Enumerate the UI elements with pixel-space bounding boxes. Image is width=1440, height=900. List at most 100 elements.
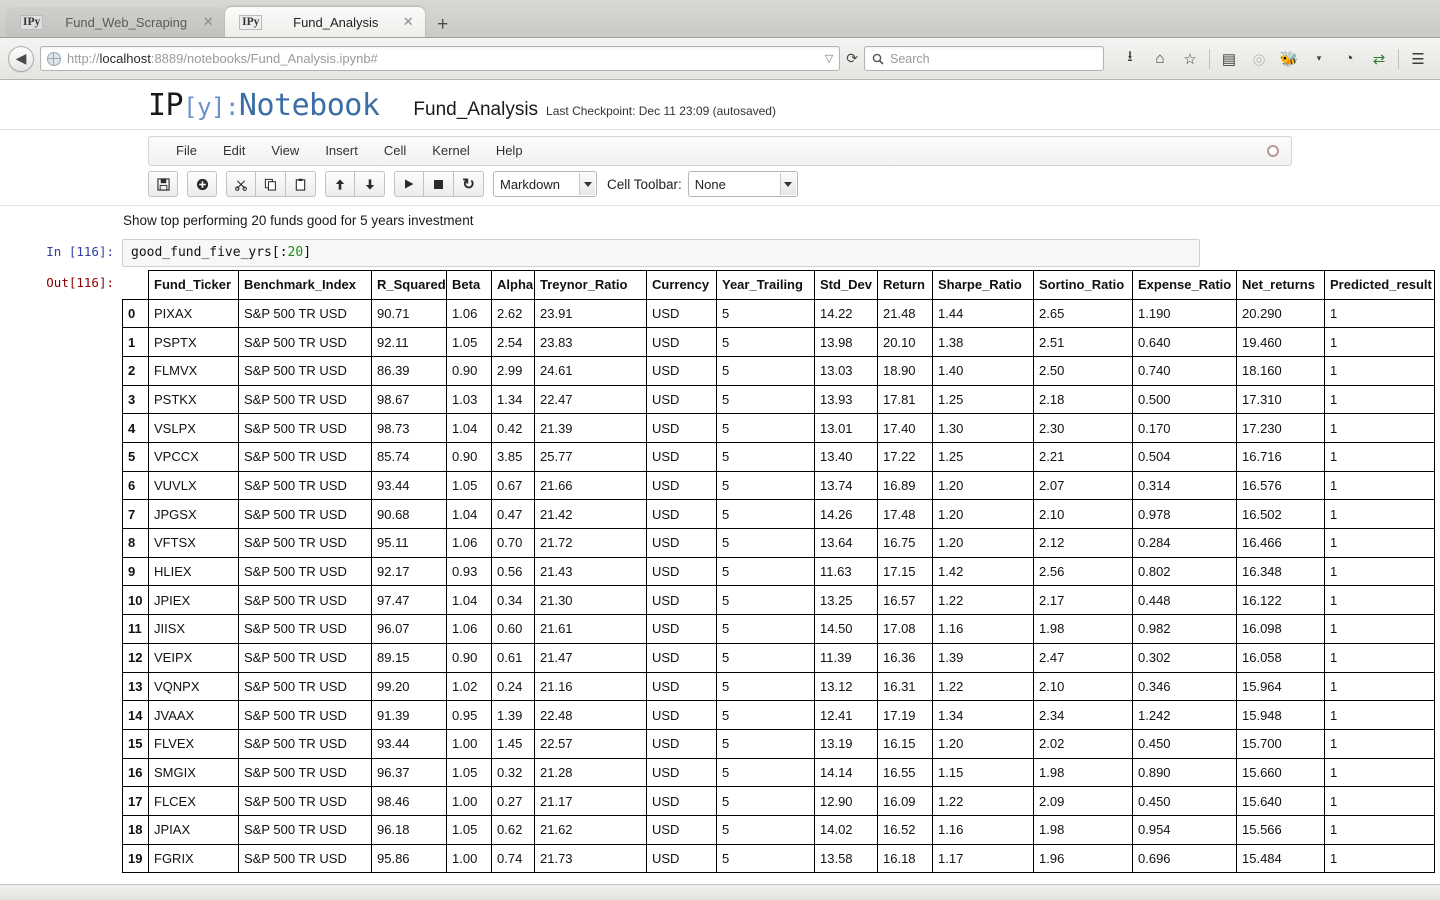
table-cell: 2.51 xyxy=(1033,327,1133,357)
search-box[interactable]: Search xyxy=(864,46,1104,71)
table-row: 14 JVAAX S&P 500 TR USD 91.39 0.95 1.39 22.48 U… xyxy=(122,700,1435,730)
cut-cell-button[interactable] xyxy=(226,171,256,197)
code-input[interactable]: good_fund_five_yrs[:20] xyxy=(122,238,1200,267)
table-cell: 2.30 xyxy=(1033,413,1133,444)
table-cell: 0.42 xyxy=(491,413,535,444)
menu-help[interactable]: Help xyxy=(483,137,536,165)
row-index: 3 xyxy=(122,384,149,415)
output-cell: Out[116]: Fund_Ticker Benchmark_Index R_… xyxy=(0,269,1440,874)
column-header-expense-ratio: Expense_Ratio xyxy=(1132,269,1237,300)
code-text: good_fund_five_yrs[: xyxy=(131,244,288,260)
downloads-icon[interactable]: ⭳ xyxy=(1116,45,1144,73)
table-cell: 0.27 xyxy=(491,786,535,816)
paste-cell-button[interactable] xyxy=(286,171,316,197)
table-cell: 21.42 xyxy=(534,499,647,530)
table-cell: 92.17 xyxy=(371,556,447,587)
move-cell-up-button[interactable] xyxy=(325,171,355,197)
table-cell: 1.39 xyxy=(491,700,535,730)
insert-cell-below-button[interactable] xyxy=(187,171,217,197)
table-cell: 21.62 xyxy=(534,814,647,845)
table-cell: 89.15 xyxy=(371,642,447,673)
menu-view[interactable]: View xyxy=(258,137,312,165)
url-dropdown-icon[interactable]: ▽ xyxy=(825,52,833,65)
close-icon[interactable]: ✕ xyxy=(201,14,215,30)
table-cell: FLVEX xyxy=(148,728,239,759)
table-cell: USD xyxy=(646,585,717,616)
table-cell: 13.93 xyxy=(814,384,878,415)
history-icon[interactable]: ◔ xyxy=(1335,45,1363,73)
table-cell: 14.02 xyxy=(814,814,878,845)
table-cell: 1 xyxy=(1324,843,1435,874)
row-index: 15 xyxy=(122,728,149,759)
save-button[interactable] xyxy=(148,171,178,197)
table-cell: 5 xyxy=(716,728,815,759)
table-cell: 13.98 xyxy=(814,327,878,357)
table-cell: 16.466 xyxy=(1236,528,1325,558)
run-group: ↻ xyxy=(394,171,484,197)
bookmark-star-icon[interactable]: ☆ xyxy=(1176,45,1204,73)
table-cell: 0.90 xyxy=(446,642,492,673)
restart-kernel-button[interactable]: ↻ xyxy=(454,171,484,197)
menu-hamburger-icon[interactable]: ☰ xyxy=(1404,45,1432,73)
column-header-treynor-ratio: Treynor_Ratio xyxy=(534,269,647,300)
menu-insert[interactable]: Insert xyxy=(312,137,371,165)
table-cell: 14.14 xyxy=(814,757,878,788)
table-cell: 2.99 xyxy=(491,355,535,386)
table-cell: 16.09 xyxy=(877,786,933,816)
table-cell: 17.19 xyxy=(877,700,933,730)
address-bar[interactable]: http://localhost:8889/notebooks/Fund_Ana… xyxy=(40,46,841,71)
ipython-notebook-logo[interactable]: IP[y]:Notebook xyxy=(148,88,380,123)
table-cell: 2.02 xyxy=(1033,728,1133,759)
menu-edit[interactable]: Edit xyxy=(210,137,258,165)
pocket-icon[interactable]: ◎ xyxy=(1245,45,1273,73)
table-cell: 1 xyxy=(1324,327,1435,357)
table-cell: 14.26 xyxy=(814,499,878,530)
table-cell: 5 xyxy=(716,642,815,673)
table-cell: FLMVX xyxy=(148,355,239,386)
row-index: 11 xyxy=(122,614,149,644)
table-cell: 1.22 xyxy=(932,786,1034,816)
new-tab-button[interactable]: + xyxy=(425,15,460,37)
table-cell: 5 xyxy=(716,413,815,444)
home-icon[interactable]: ⌂ xyxy=(1146,45,1174,73)
cell-type-select[interactable]: Markdown xyxy=(493,171,597,197)
menu-file[interactable]: File xyxy=(163,137,210,165)
browser-tab-fund-analysis[interactable]: IPy Fund_Analysis ✕ xyxy=(225,7,426,37)
interrupt-kernel-button[interactable] xyxy=(424,171,454,197)
cell-toolbar-select[interactable]: None xyxy=(687,171,798,197)
row-index: 14 xyxy=(122,700,149,730)
reading-list-icon[interactable]: ▤ xyxy=(1215,45,1243,73)
table-cell: 0.47 xyxy=(491,499,535,530)
close-icon[interactable]: ✕ xyxy=(401,14,415,30)
notebook-name[interactable]: Fund_Analysis xyxy=(413,99,538,121)
browser-tab-fund-web-scraping[interactable]: IPy Fund_Web_Scraping ✕ xyxy=(6,7,226,37)
table-cell: 0.93 xyxy=(446,556,492,587)
extension-dropdown-icon[interactable]: ▾ xyxy=(1305,45,1333,73)
move-cell-down-button[interactable] xyxy=(355,171,385,197)
run-cell-button[interactable] xyxy=(394,171,424,197)
table-cell: 15.640 xyxy=(1236,786,1325,816)
back-button[interactable]: ◀ xyxy=(8,45,34,72)
menu-cell[interactable]: Cell xyxy=(371,137,419,165)
table-cell: PSPTX xyxy=(148,327,239,357)
table-cell: 20.10 xyxy=(877,327,933,357)
table-cell: 13.03 xyxy=(814,355,878,386)
reload-icon[interactable]: ⟳ xyxy=(846,50,858,67)
table-cell: 14.22 xyxy=(814,298,878,329)
extension-icon[interactable]: 🐝 xyxy=(1275,45,1303,73)
sync-arrows-icon[interactable]: ⇄ xyxy=(1365,45,1393,73)
table-cell: USD xyxy=(646,642,717,673)
table-cell: S&P 500 TR USD xyxy=(238,470,372,501)
table-cell: 17.22 xyxy=(877,442,933,472)
table-cell: USD xyxy=(646,757,717,788)
table-cell: 0.34 xyxy=(491,585,535,616)
column-header-net-returns: Net_returns xyxy=(1236,269,1325,300)
menu-kernel[interactable]: Kernel xyxy=(419,137,483,165)
scissors-icon xyxy=(235,179,247,191)
cell-toolbar-label: Cell Toolbar: xyxy=(607,176,682,192)
table-cell: 98.67 xyxy=(371,384,447,415)
table-cell: S&P 500 TR USD xyxy=(238,614,372,644)
markdown-cell[interactable]: Show top performing 20 funds good for 5 … xyxy=(0,212,1440,239)
copy-cell-button[interactable] xyxy=(256,171,286,197)
table-cell: PIXAX xyxy=(148,298,239,329)
